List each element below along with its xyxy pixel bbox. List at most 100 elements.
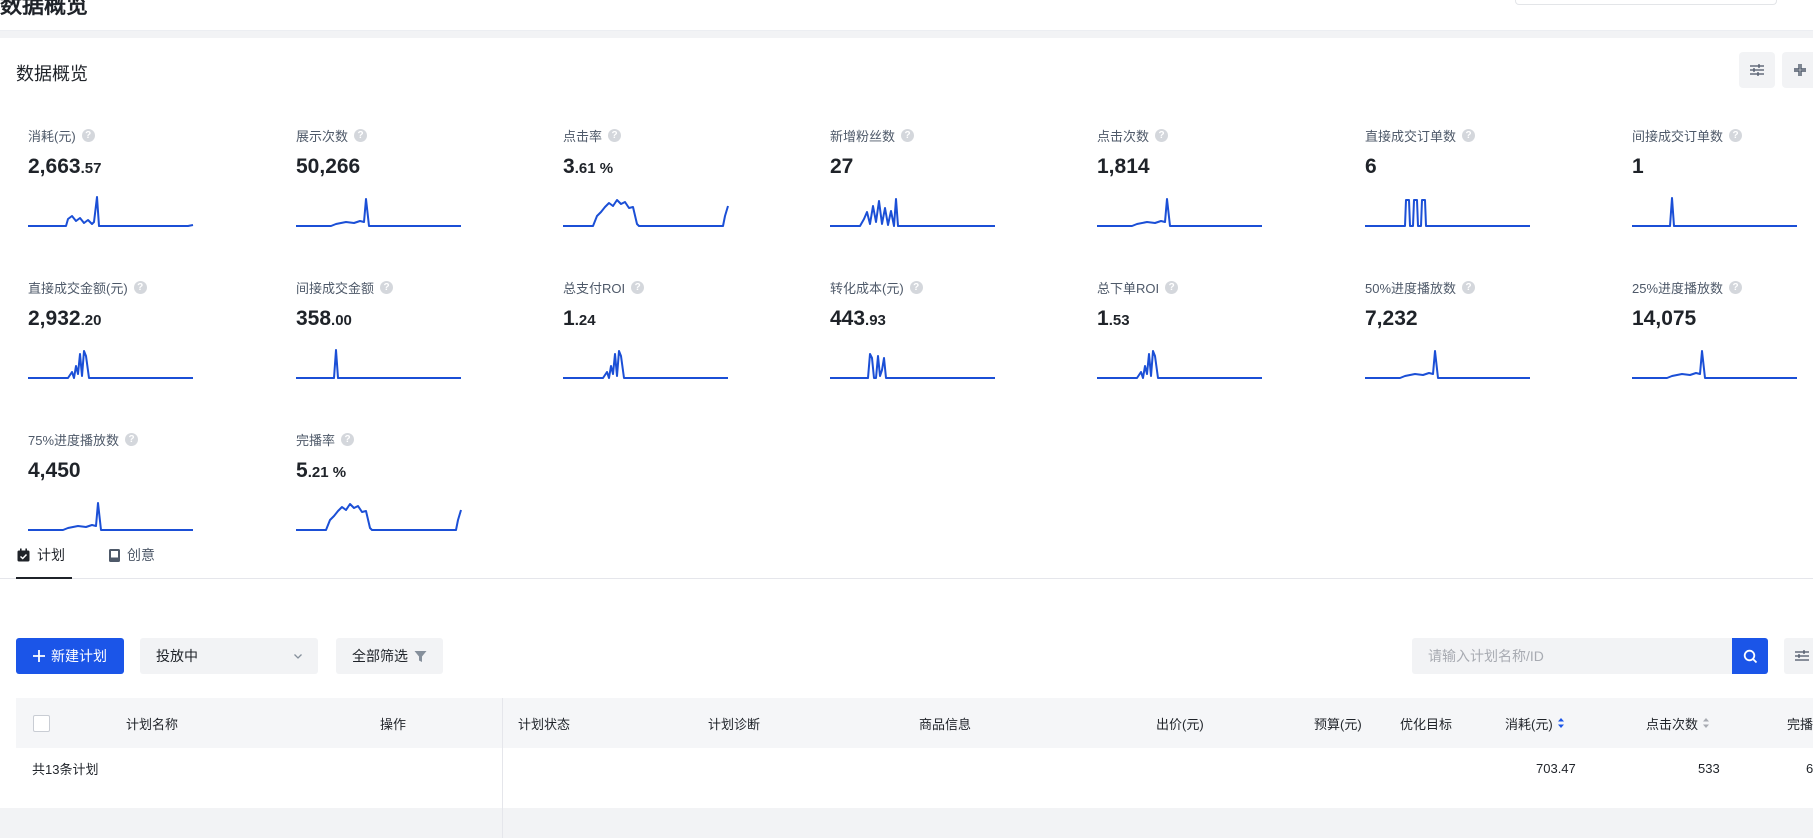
help-icon[interactable]: ? [1729, 281, 1743, 294]
search-placeholder: 请输入计划名称/ID [1428, 648, 1544, 664]
metric-card[interactable]: 直接成交金额(元)? 2,932.20 [28, 278, 268, 428]
help-icon[interactable]: ? [125, 433, 139, 446]
help-icon[interactable]: ? [631, 281, 645, 294]
top-search-input[interactable] [1515, 0, 1777, 5]
help-icon[interactable]: ? [1729, 129, 1743, 142]
sort-icon [1557, 718, 1564, 728]
tab-creative[interactable]: 创意 [108, 533, 155, 577]
help-icon[interactable]: ? [1462, 281, 1476, 294]
metric-value: 50,266 [296, 155, 360, 179]
metric-label: 点击率? [563, 126, 622, 145]
sliders-icon [1795, 650, 1809, 661]
select-all-checkbox[interactable] [33, 715, 50, 732]
search-button[interactable] [1732, 638, 1768, 674]
metric-sparkline [1632, 350, 1797, 379]
metric-sparkline [1632, 197, 1797, 227]
metric-label-text: 展示次数 [296, 129, 349, 144]
help-icon[interactable]: ? [133, 281, 147, 294]
col-clicks-sortable[interactable]: 点击次数 [1646, 698, 1710, 748]
summary-clicks: 533 [1698, 760, 1720, 776]
metric-sparkline [1097, 350, 1262, 379]
new-plan-button[interactable]: 新建计划 [16, 638, 124, 674]
collapse-button[interactable] [1782, 52, 1813, 88]
help-icon[interactable]: ? [608, 129, 622, 142]
filter-icon [414, 650, 427, 662]
all-filter-button[interactable]: 全部筛选 [336, 638, 443, 674]
metric-sparkline [296, 198, 461, 227]
metric-sparkline [830, 353, 995, 379]
col-spend-sortable[interactable]: 消耗(元) [1505, 698, 1565, 748]
help-icon[interactable]: ? [341, 433, 355, 446]
metric-card[interactable]: 点击率? 3.61 % [563, 126, 803, 276]
help-icon[interactable]: ? [901, 129, 915, 142]
status-select[interactable]: 投放中 [140, 638, 318, 674]
metric-value: 27 [830, 155, 853, 179]
metric-value-int: 6 [1365, 155, 1377, 178]
status-select-value: 投放中 [156, 648, 198, 664]
help-icon[interactable]: ? [380, 281, 394, 294]
metric-label: 点击次数? [1097, 126, 1169, 145]
help-icon[interactable]: ? [1462, 129, 1476, 142]
metric-card[interactable]: 间接成交金额? 358.00 [296, 278, 536, 428]
sparkline-path [28, 502, 193, 531]
metric-card[interactable]: 总下单ROI? 1.53 [1097, 278, 1337, 428]
sparkline-path [563, 350, 728, 379]
metric-value-decimal: .20 [80, 312, 102, 329]
metric-value-int: 2,663 [28, 155, 81, 178]
metric-value-decimal: .24 [574, 312, 596, 329]
help-icon[interactable]: ? [909, 281, 923, 294]
metric-sparkline [296, 349, 461, 379]
sparkline-path [28, 196, 194, 227]
column-settings-button[interactable] [1784, 638, 1813, 674]
col-plan-status: 计划状态 [518, 716, 571, 732]
metric-value-decimal: .93 [865, 312, 886, 329]
metric-card[interactable]: 50%进度播放数? 7,232 [1365, 278, 1605, 428]
overview-card: 数据概览 消耗(元)? 2,663.57 展示次数? 50,266 点击率? 3.61 %… [0, 38, 1813, 838]
customize-metrics-button[interactable] [1739, 52, 1775, 88]
plan-search-input[interactable]: 请输入计划名称/ID [1412, 638, 1732, 674]
metric-sparkline [28, 502, 193, 531]
metric-value-int: 4,450 [28, 459, 81, 482]
metric-card[interactable]: 展示次数? 50,266 [296, 126, 536, 276]
help-icon[interactable]: ? [1155, 129, 1169, 142]
summary-spend: 703.47 [1536, 760, 1576, 776]
plus-icon [33, 650, 45, 662]
top-bar: 数据概览 [0, 0, 1813, 31]
metric-card[interactable]: 转化成本(元)? 443.93 [830, 278, 1070, 428]
metric-value-decimal: .21 % [307, 464, 347, 481]
metric-card[interactable]: 25%进度播放数? 14,075 [1632, 278, 1813, 428]
metric-label: 间接成交订单数? [1632, 126, 1743, 145]
metric-card[interactable]: 间接成交订单数? 1 [1632, 126, 1813, 276]
col-plan-diagnosis: 计划诊断 [708, 716, 761, 732]
metric-card[interactable]: 点击次数? 1,814 [1097, 126, 1337, 276]
summary-completion: 6 [1806, 760, 1813, 776]
search-icon [1743, 649, 1757, 663]
help-icon[interactable]: ? [1165, 281, 1179, 294]
metric-value-int: 2,932 [28, 307, 81, 330]
metric-label-text: 总支付ROI [563, 281, 626, 296]
metric-card[interactable]: 新增粉丝数? 27 [830, 126, 1070, 276]
metric-label: 消耗(元)? [28, 126, 95, 145]
sparkline-path [296, 349, 461, 379]
metric-sparkline [830, 198, 995, 227]
help-icon[interactable]: ? [81, 129, 95, 142]
metric-value-int: 27 [830, 155, 854, 178]
metric-value-decimal: .53 [1108, 312, 1130, 329]
col-actions: 操作 [380, 716, 407, 732]
metric-card[interactable]: 消耗(元)? 2,663.57 [28, 126, 268, 276]
sparkline-path [830, 353, 995, 379]
metric-label-text: 间接成交金额 [296, 281, 375, 296]
help-icon[interactable]: ? [354, 129, 368, 142]
metric-sparkline [563, 350, 728, 379]
sparkline-path [1097, 198, 1262, 227]
metric-label-text: 75%进度播放数 [28, 433, 120, 448]
collapse-icon [1794, 64, 1806, 76]
tab-plan[interactable]: 计划 [16, 533, 72, 579]
metric-label: 75%进度播放数? [28, 430, 139, 449]
metric-card[interactable]: 直接成交订单数? 6 [1365, 126, 1605, 276]
metric-label: 25%进度播放数? [1632, 278, 1743, 297]
col-budget: 预算(元) [1314, 716, 1362, 732]
metric-label: 总下单ROI? [1097, 278, 1179, 297]
metric-card[interactable]: 总支付ROI? 1.24 [563, 278, 803, 428]
metric-value: 6 [1365, 155, 1377, 179]
